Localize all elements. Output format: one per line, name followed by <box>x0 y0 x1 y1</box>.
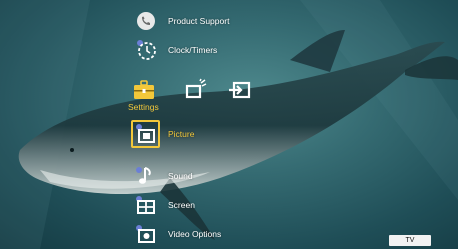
category-label-settings: Settings <box>128 102 159 112</box>
menu-item-label: Picture <box>168 129 195 139</box>
menu-item-label: Screen <box>168 200 195 210</box>
clock-icon <box>137 40 156 60</box>
menu-item-label: Clock/Timers <box>168 45 218 55</box>
picture-icon <box>136 124 155 143</box>
input-source-badge: TV <box>389 235 431 246</box>
input-switch-icon[interactable] <box>228 78 252 102</box>
toolbox-icon[interactable] <box>132 78 156 102</box>
background-dolphin-image <box>0 0 458 249</box>
phone-icon <box>137 12 155 30</box>
music-note-icon <box>136 167 151 184</box>
external-inputs-icon[interactable] <box>184 78 208 102</box>
menu-item-label: Sound <box>168 171 193 181</box>
screen-icon <box>136 196 155 214</box>
menu-item-label: Video Options <box>168 229 222 239</box>
menu-item-label: Product Support <box>168 16 230 26</box>
video-options-icon <box>136 225 155 243</box>
